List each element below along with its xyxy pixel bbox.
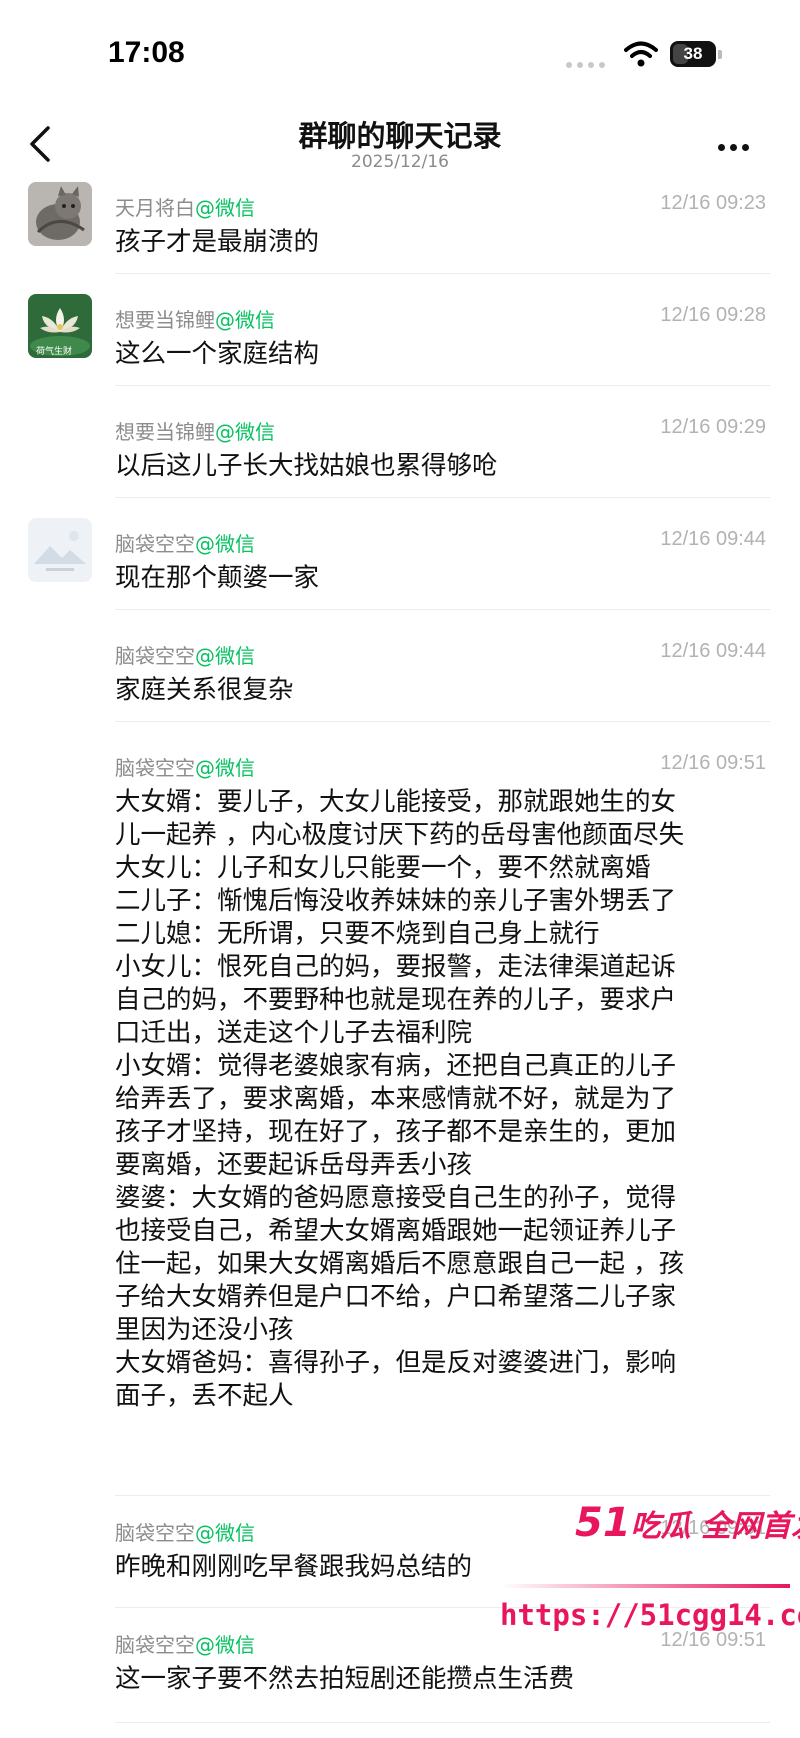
message-line: 给弄丢了，要求离婚，本来感情就不好，就是为了 <box>115 1084 677 1114</box>
status-icons: 38 <box>566 40 736 70</box>
status-time: 17:08 <box>108 36 185 69</box>
message-line: 也接受自己，希望大女婿离婚跟她一起领证养儿子 <box>115 1216 677 1246</box>
chat-date: 2025/12/16 <box>351 152 449 172</box>
message-line: 小女儿：恨死自己的妈，要报警，走法律渠道起诉 <box>115 952 677 982</box>
message-line: 儿一起养 ，内心极度讨厌下药的岳母害他颜面尽失 <box>115 820 685 850</box>
sender-name: 脑袋空空@微信 <box>115 532 255 556</box>
battery-percent: 38 <box>683 44 703 63</box>
signal-dots-icon <box>566 53 610 72</box>
message-line: 要离婚，还要起诉岳母弄丢小孩 <box>115 1150 473 1180</box>
message-text: 家庭关系很复杂 <box>115 674 770 707</box>
landscape-avatar[interactable] <box>28 518 92 582</box>
message-divider <box>115 385 770 386</box>
sender-source: @微信 <box>195 756 255 780</box>
message-time: 12/16 09:44 <box>660 528 766 550</box>
message-line: 家庭关系很复杂 <box>115 675 294 705</box>
sender-source: @微信 <box>195 1521 255 1545</box>
watermark-url: https://51cgg14.com <box>500 1598 800 1632</box>
message-text: 大女婿：要儿子，大女儿能接受，那就跟她生的女 儿一起养 ，内心极度讨厌下药的岳母害… <box>115 786 770 1413</box>
message-line: 大女儿：儿子和女儿只能要一个，要不然就离婚 <box>115 853 651 883</box>
message-divider <box>115 609 770 610</box>
sender-name: 脑袋空空@微信 <box>115 1521 255 1545</box>
message-line: 二儿子：惭愧后悔没收养妹妹的亲儿子害外甥丢了 <box>115 886 677 916</box>
page-title: 群聊的聊天记录 <box>298 119 502 153</box>
message-line: 昨晚和刚刚吃早餐跟我妈总结的 <box>115 1552 473 1582</box>
sender-name: 想要当锦鲤@微信 <box>115 308 275 332</box>
svg-text:荷气生财: 荷气生财 <box>36 345 72 357</box>
message-time: 12/16 09:44 <box>660 640 766 662</box>
message-line: 住一起，如果大女婿离婚后不愿意跟自己一起 ，孩 <box>115 1249 685 1279</box>
message-line: 孩子才是最崩溃的 <box>115 227 320 257</box>
message-text: 这一家子要不然去拍短剧还能攒点生活费 <box>115 1663 770 1696</box>
sender-name: 脑袋空空@微信 <box>115 756 255 780</box>
sender-name: 想要当锦鲤@微信 <box>115 420 275 444</box>
sender-source: @微信 <box>195 532 255 556</box>
message-text: 现在那个颠婆一家 <box>115 562 770 595</box>
message-text: 以后这儿子长大找姑娘也累得够呛 <box>115 450 770 483</box>
message-line: 二儿媳：无所谓，只要不烧到自己身上就行 <box>115 919 600 949</box>
sender-source: @微信 <box>195 1633 255 1657</box>
message-line: 子给大女婿养但是户口不给，户口希望落二儿子家 <box>115 1282 677 1312</box>
sender-source: @微信 <box>215 308 275 332</box>
message-text: 孩子才是最崩溃的 <box>115 226 770 259</box>
sender-name: 脑袋空空@微信 <box>115 644 255 668</box>
message-divider <box>115 273 770 274</box>
sender-name: 脑袋空空@微信 <box>115 1633 255 1657</box>
more-dots-icon <box>718 144 725 151</box>
message-line: 口迁出，送走这个儿子去福利院 <box>115 1018 473 1048</box>
message-line: 这么一个家庭结构 <box>115 339 320 369</box>
message-time: 12/16 09:28 <box>660 304 766 326</box>
watermark-streak <box>500 1584 790 1588</box>
message-time: 12/16 09:23 <box>660 192 766 214</box>
battery-icon: 38 <box>670 41 716 67</box>
message-text: 这么一个家庭结构 <box>115 338 770 371</box>
message-line: 这一家子要不然去拍短剧还能攒点生活费 <box>115 1664 575 1694</box>
message-divider <box>115 721 770 722</box>
wifi-icon <box>624 41 658 67</box>
message-divider <box>115 1722 770 1723</box>
message-divider <box>115 497 770 498</box>
watermark-brand: 51吃瓜 全网首发 <box>575 1500 800 1546</box>
lotus-avatar[interactable]: 荷气生财 <box>28 294 92 358</box>
message-line: 自己的妈，不要野种也就是现在养的儿子，要求户 <box>115 985 677 1015</box>
message-line: 面子，丢不起人 <box>115 1381 294 1411</box>
message-line: 婆婆：大女婿的爸妈愿意接受自己生的孙子，觉得 <box>115 1183 677 1213</box>
message-time: 12/16 09:51 <box>660 1629 766 1651</box>
message-time: 12/16 09:51 <box>660 752 766 774</box>
message-time: 12/16 09:29 <box>660 416 766 438</box>
message-divider <box>115 1495 770 1496</box>
message-line: 小女婿：觉得老婆娘家有病，还把自己真正的儿子 <box>115 1051 677 1081</box>
cat-avatar[interactable] <box>28 182 92 246</box>
more-button[interactable] <box>718 136 762 152</box>
message-line: 大女婿：要儿子，大女儿能接受，那就跟她生的女 <box>115 787 677 817</box>
message-line: 孩子才坚持，现在好了，孩子都不是亲生的，更加 <box>115 1117 677 1147</box>
message-line: 以后这儿子长大找姑娘也累得够呛 <box>115 451 498 481</box>
message-text: 昨晚和刚刚吃早餐跟我妈总结的 <box>115 1551 770 1584</box>
sender-source: @微信 <box>215 420 275 444</box>
message-line: 大女婿爸妈：喜得孙子，但是反对婆婆进门，影响 <box>115 1348 677 1378</box>
message-line: 现在那个颠婆一家 <box>115 563 320 593</box>
sender-source: @微信 <box>195 644 255 668</box>
message-line: 里因为还没小孩 <box>115 1315 294 1345</box>
sender-name: 天月将白@微信 <box>115 196 255 220</box>
sender-source: @微信 <box>195 196 255 220</box>
